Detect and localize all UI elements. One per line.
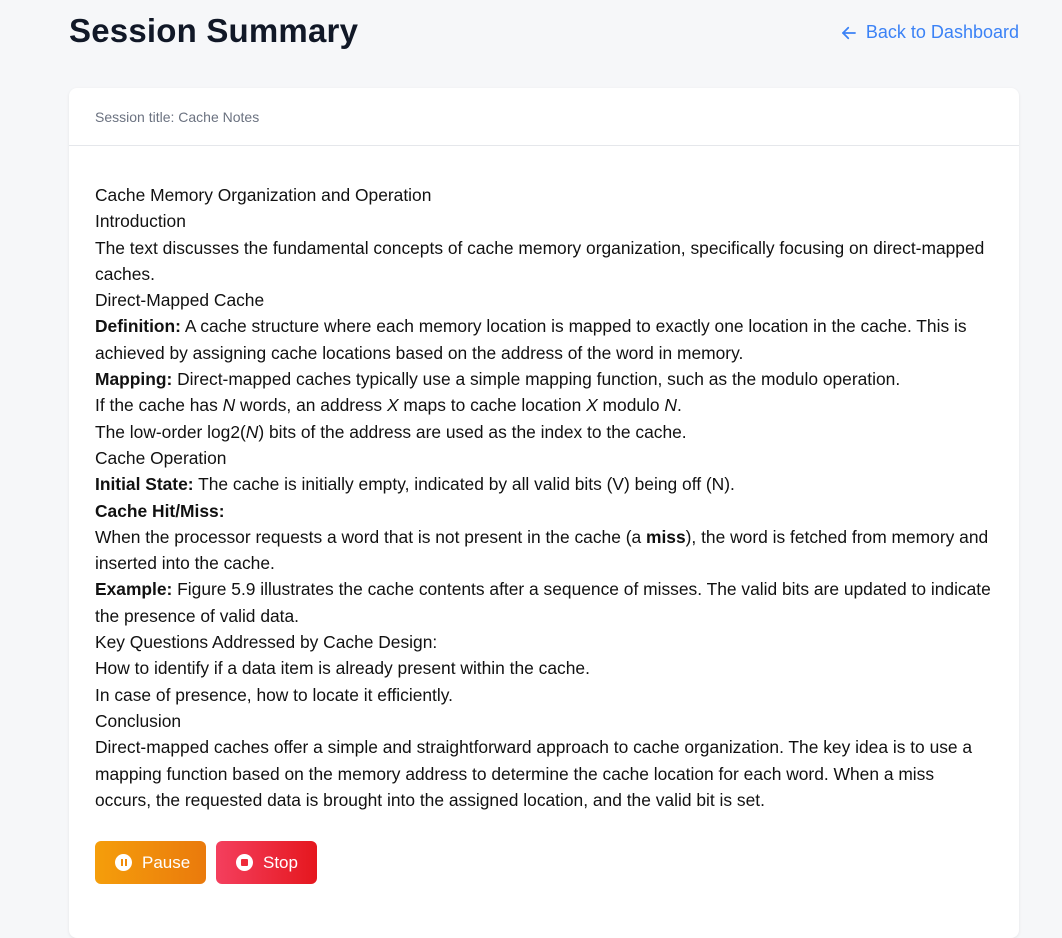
text-span: . xyxy=(676,395,682,416)
var-x: X xyxy=(386,395,399,416)
question-item: How to identify if a data item is alread… xyxy=(95,658,590,679)
example-label: Example: xyxy=(95,579,173,600)
pause-button[interactable]: Pause xyxy=(95,841,206,885)
text-span: If the cache has xyxy=(95,395,223,416)
text-span: modulo xyxy=(597,395,665,416)
stop-button[interactable]: Stop xyxy=(216,841,317,885)
section-heading-conclusion: Conclusion xyxy=(95,710,182,731)
initial-state-label: Initial State: xyxy=(95,474,194,495)
section-heading-direct-mapped: Direct-Mapped Cache xyxy=(95,290,265,311)
mapping-line: Mapping: Direct-mapped caches typically … xyxy=(95,366,993,392)
summary-card: Session title: Cache Notes Cache Memory … xyxy=(69,88,1019,938)
definition-line: Definition: A cache structure where each… xyxy=(95,313,993,366)
section-heading-questions: Key Questions Addressed by Cache Design: xyxy=(95,632,438,653)
var-n: N xyxy=(664,395,677,416)
session-title: Session title: Cache Notes xyxy=(69,88,1019,146)
summary-content: Cache Memory Organization and Operation … xyxy=(69,146,1019,813)
section-heading-operation: Cache Operation xyxy=(95,447,227,468)
stop-circle-icon xyxy=(236,854,253,872)
back-to-dashboard-link[interactable]: Back to Dashboard xyxy=(840,22,1019,43)
log-line: The low-order log2(N) bits of the addres… xyxy=(95,419,993,445)
text-span: words, an address xyxy=(235,395,387,416)
stop-label: Stop xyxy=(263,852,298,872)
hit-miss-label-line: Cache Hit/Miss: xyxy=(95,498,993,524)
mapping-text: Direct-mapped caches typically use a sim… xyxy=(172,369,901,390)
pause-label: Pause xyxy=(142,852,191,872)
session-controls: Pause Stop xyxy=(69,841,1019,885)
pause-circle-icon xyxy=(115,854,132,872)
hit-miss-paragraph: When the processor requests a word that … xyxy=(95,524,993,577)
initial-state-line: Initial State: The cache is initially em… xyxy=(95,471,993,497)
summary-heading: Cache Memory Organization and Operation xyxy=(95,185,432,205)
back-link-label: Back to Dashboard xyxy=(865,22,1019,42)
text-span: ) bits of the address are used as the in… xyxy=(258,421,687,442)
var-x: X xyxy=(586,395,598,416)
section-heading-introduction: Introduction xyxy=(95,211,186,232)
intro-paragraph: The text discusses the fundamental conce… xyxy=(95,237,985,284)
text-span: The low-order log2( xyxy=(95,421,246,442)
var-n: N xyxy=(222,395,236,416)
miss-word: miss xyxy=(646,526,686,547)
hit-miss-label: Cache Hit/Miss: xyxy=(95,500,225,521)
example-text: Figure 5.9 illustrates the cache content… xyxy=(95,579,991,626)
definition-text: A cache structure where each memory loca… xyxy=(95,316,967,363)
text-span: When the processor requests a word that … xyxy=(95,526,646,547)
modulo-line: If the cache has N words, an address X m… xyxy=(95,392,993,418)
initial-state-text: The cache is initially empty, indicated … xyxy=(193,474,735,495)
text-span: maps to cache location xyxy=(398,395,587,416)
var-n: N xyxy=(245,421,259,442)
arrow-left-icon xyxy=(842,26,856,39)
conclusion-paragraph: Direct-mapped caches offer a simple and … xyxy=(95,737,973,810)
page-title: Session Summary xyxy=(69,12,359,49)
mapping-label: Mapping: xyxy=(95,369,173,390)
question-item: In case of presence, how to locate it ef… xyxy=(95,684,453,705)
definition-label: Definition: xyxy=(95,316,181,337)
example-line: Example: Figure 5.9 illustrates the cach… xyxy=(95,576,993,629)
